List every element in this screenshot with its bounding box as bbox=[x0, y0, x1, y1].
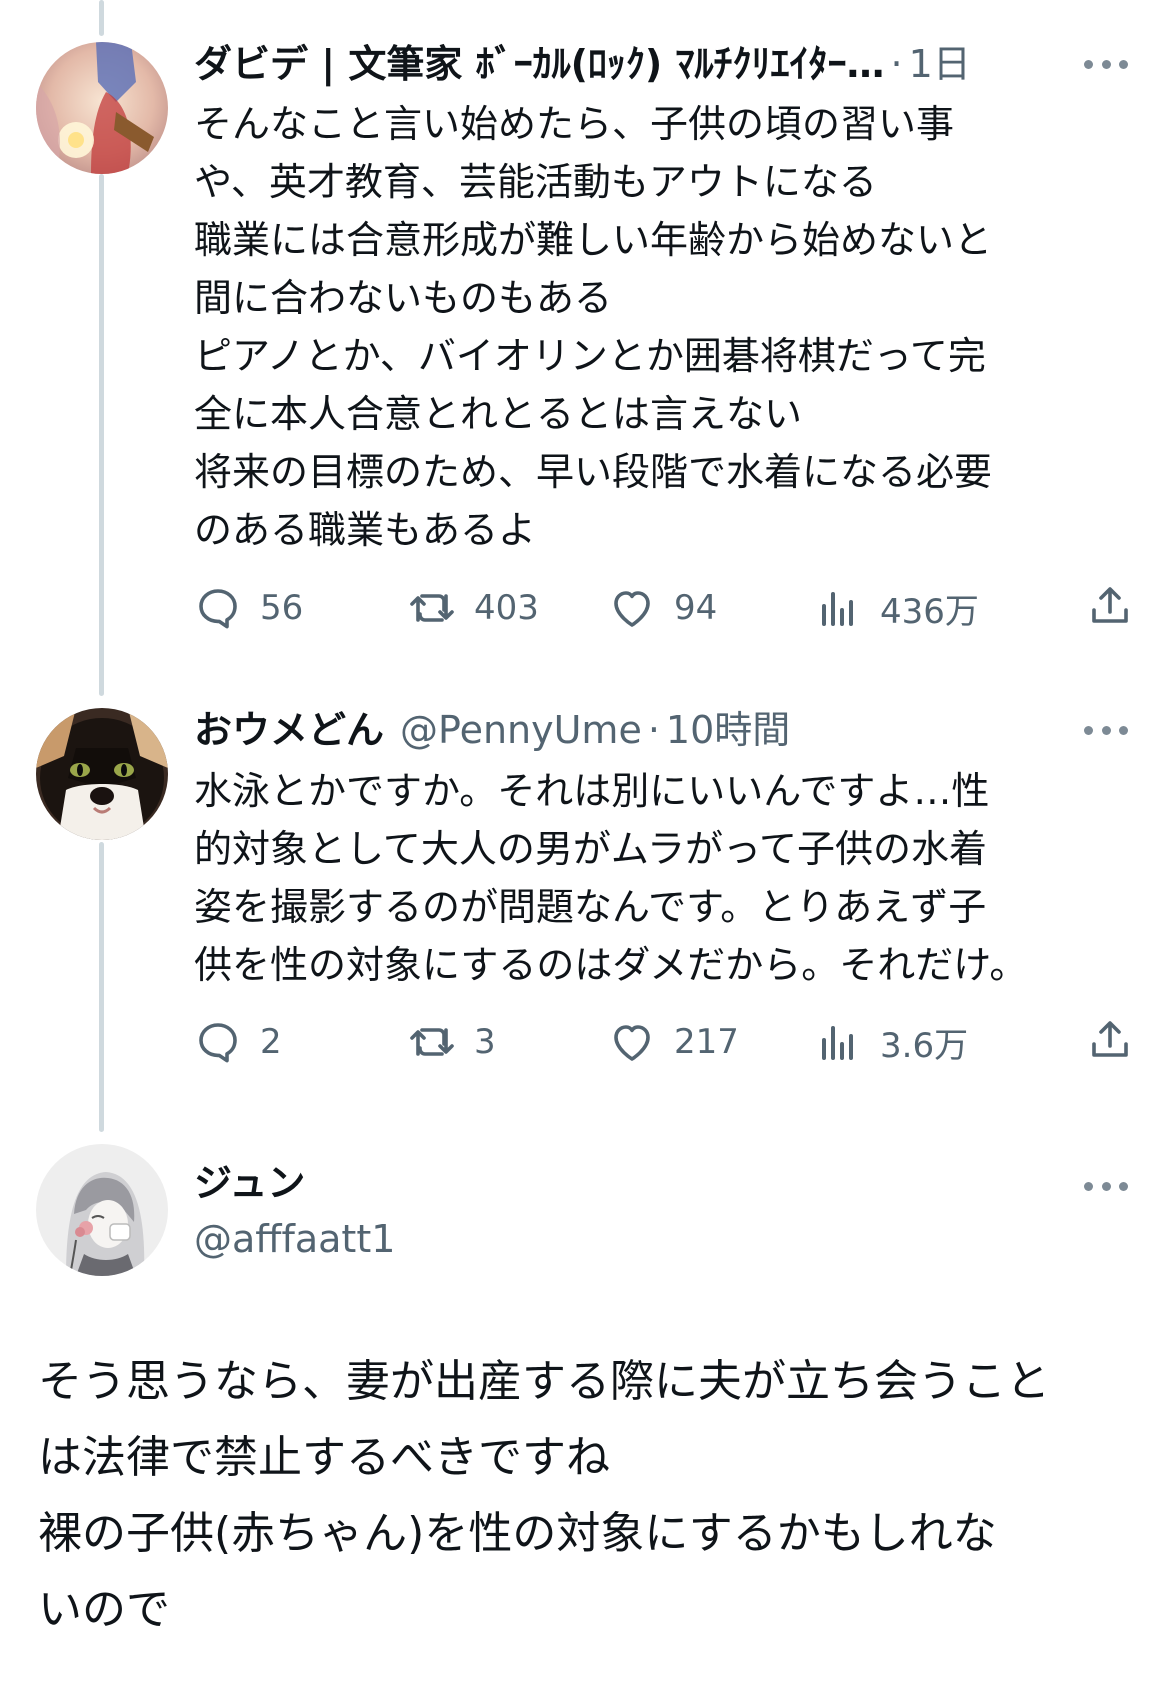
user-handle[interactable]: @PennyUme bbox=[400, 702, 642, 758]
avatar[interactable] bbox=[36, 1144, 168, 1276]
tweet-header: ダビデ | 文筆家 ﾎﾞｰｶﾙ(ﾛｯｸ) ﾏﾙﾁｸﾘｴｲﾀｰ… · 1日 bbox=[194, 36, 1108, 92]
retweet-icon bbox=[410, 594, 454, 622]
share-icon bbox=[1092, 587, 1128, 623]
reply-count: 56 bbox=[260, 588, 304, 628]
retweet-button[interactable]: 3 bbox=[408, 1012, 496, 1072]
text-line: は法律で禁止するべきですね bbox=[38, 1432, 610, 1483]
separator-dot: · bbox=[890, 42, 903, 86]
thread-line bbox=[99, 174, 104, 696]
timestamp[interactable]: 1日 bbox=[909, 36, 971, 92]
text-line: いので bbox=[38, 1584, 170, 1635]
views-bar-icon bbox=[822, 592, 853, 626]
text-line: 的対象として大人の男がムラがって子供の水着 bbox=[194, 827, 988, 871]
reply-button[interactable]: 2 bbox=[194, 1012, 282, 1072]
cat-avatar bbox=[36, 708, 168, 840]
share-button[interactable] bbox=[1086, 1016, 1134, 1064]
share-button[interactable] bbox=[1086, 582, 1134, 630]
tweet-actions: 2 3 217 3.6万 bbox=[194, 1012, 1134, 1072]
tweet-header: おウメどん @PennyUme · 10時間 bbox=[194, 702, 1108, 758]
reply-button[interactable]: 56 bbox=[194, 578, 303, 638]
avatar-illustration bbox=[36, 42, 168, 174]
more-dots-icon[interactable] bbox=[1084, 720, 1128, 740]
retweet-icon bbox=[410, 1028, 454, 1056]
text-line: 職業には合意形成が難しい年齢から始めないと bbox=[194, 218, 993, 262]
views-count: 3.6万 bbox=[880, 1025, 969, 1066]
more-dots-icon[interactable] bbox=[1084, 1176, 1128, 1196]
user-handle[interactable]: @afffaatt1 bbox=[194, 1211, 395, 1267]
views-count: 436万 bbox=[880, 591, 979, 632]
text-line: ピアノとか、バイオリンとか囲碁将棋だって完 bbox=[194, 334, 986, 378]
retweet-count: 403 bbox=[474, 588, 539, 628]
like-count: 94 bbox=[674, 588, 718, 628]
text-line: 全に本人合意とれとるとは言えない bbox=[194, 392, 803, 436]
like-count: 217 bbox=[674, 1022, 739, 1062]
avatar[interactable] bbox=[36, 42, 168, 174]
text-line: 間に合わないものもある bbox=[194, 276, 613, 320]
anime-avatar bbox=[36, 1144, 168, 1276]
like-button[interactable]: 94 bbox=[608, 578, 717, 638]
text-line: 将来の目標のため、早い段階で水着になる必要 bbox=[194, 450, 993, 494]
views-button[interactable]: 436万 bbox=[814, 578, 979, 638]
reply-count: 2 bbox=[260, 1022, 282, 1062]
separator-dot: · bbox=[647, 708, 660, 752]
share-icon bbox=[1092, 1021, 1128, 1057]
views-bar-icon bbox=[822, 1026, 853, 1060]
retweet-count: 3 bbox=[474, 1022, 496, 1062]
retweet-button[interactable]: 403 bbox=[408, 578, 539, 638]
text-line: そう思うなら、妻が出産する際に夫が立ち会うこと bbox=[38, 1356, 1050, 1407]
like-button[interactable]: 217 bbox=[608, 1012, 739, 1072]
tweet-text: そんなこと言い始めたら、子供の頃の習い事 や、英才教育、芸能活動もアウトになる … bbox=[194, 95, 1094, 559]
text-line: や、英才教育、芸能活動もアウトになる bbox=[194, 160, 877, 204]
avatar[interactable] bbox=[36, 708, 168, 840]
reply-bubble-icon bbox=[199, 589, 237, 629]
display-name[interactable]: ジュン bbox=[194, 1155, 305, 1211]
heart-icon bbox=[614, 591, 650, 627]
text-line: 供を性の対象にするのはダメだから。それだけ。 bbox=[194, 943, 1028, 987]
timestamp[interactable]: 10時間 bbox=[666, 702, 790, 758]
views-button[interactable]: 3.6万 bbox=[814, 1012, 968, 1072]
thread-line bbox=[99, 842, 104, 1132]
thread-line bbox=[99, 0, 104, 36]
text-line: のある職業もあるよ bbox=[194, 508, 537, 552]
heart-icon bbox=[614, 1025, 650, 1061]
tweet-text: 水泳とかですか。それは別にいいんですよ…性 的対象として大人の男がムラがって子供… bbox=[194, 762, 1094, 994]
tweet-text: そう思うなら、妻が出産する際に夫が立ち会うこと は法律で禁止するべきですね 裸の… bbox=[38, 1344, 1138, 1648]
more-dots-icon[interactable] bbox=[1084, 54, 1128, 74]
reply-bubble-icon bbox=[199, 1023, 237, 1063]
text-line: 水泳とかですか。それは別にいいんですよ…性 bbox=[194, 769, 990, 813]
display-name[interactable]: ダビデ | 文筆家 ﾎﾞｰｶﾙ(ﾛｯｸ) ﾏﾙﾁｸﾘｴｲﾀｰ… bbox=[194, 36, 885, 92]
text-line: 裸の子供(赤ちゃん)を性の対象にするかもしれな bbox=[38, 1508, 997, 1559]
text-line: そんなこと言い始めたら、子供の頃の習い事 bbox=[194, 102, 955, 146]
text-line: 姿を撮影するのが問題なんです。とりあえず子 bbox=[194, 885, 987, 929]
tweet-actions: 56 403 94 436万 bbox=[194, 578, 1134, 638]
display-name[interactable]: おウメどん bbox=[194, 702, 384, 758]
